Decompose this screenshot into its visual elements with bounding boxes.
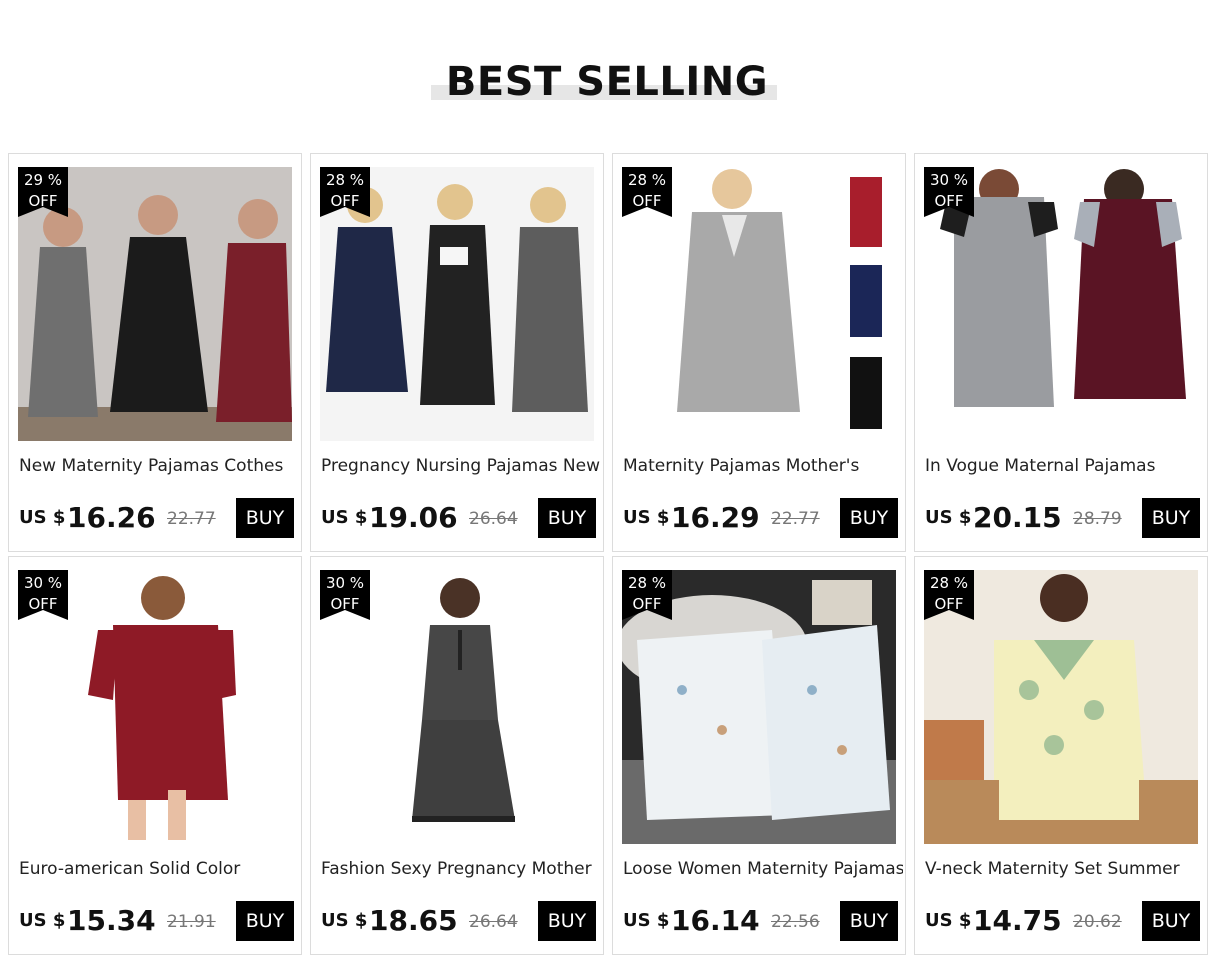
product-name[interactable]: Fashion Sexy Pregnancy Mother: [321, 857, 601, 881]
product-name[interactable]: Euro-american Solid Color: [19, 857, 299, 881]
discount-badge: 30 % OFF: [18, 570, 68, 620]
buy-button[interactable]: BUY: [1142, 901, 1200, 941]
product-name[interactable]: Loose Women Maternity Pajamas: [623, 857, 903, 881]
currency-label: US $: [623, 507, 670, 528]
buy-button[interactable]: BUY: [236, 498, 294, 538]
product-card[interactable]: 28 % OFF Maternity Pajamas Mother's US $…: [612, 153, 906, 552]
product-card[interactable]: 30 % OFF In Vogue Maternal Pajamas US $ …: [914, 153, 1208, 552]
current-price: 18.65: [369, 904, 458, 937]
currency-label: US $: [623, 910, 670, 931]
discount-badge: 30 % OFF: [924, 167, 974, 217]
product-card[interactable]: 30 % OFF Fashion Sexy Pregnancy Mother U…: [310, 556, 604, 955]
price-row: US $ 20.15 28.79 BUY: [925, 498, 1200, 538]
product-card[interactable]: 28 % OFF V-neck Maternity Set Summer US …: [914, 556, 1208, 955]
product-card[interactable]: 28 % OFF Pregnancy Nursing Pajamas New U…: [310, 153, 604, 552]
current-price: 16.29: [671, 501, 760, 534]
section-title: BEST SELLING: [445, 59, 769, 105]
original-price: 22.77: [167, 509, 216, 529]
buy-button[interactable]: BUY: [840, 498, 898, 538]
current-price: 20.15: [973, 501, 1062, 534]
discount-badge: 30 % OFF: [320, 570, 370, 620]
currency-label: US $: [925, 507, 972, 528]
currency-label: US $: [925, 910, 972, 931]
original-price: 26.64: [469, 912, 518, 932]
section-header: BEST SELLING: [0, 52, 1214, 112]
discount-badge: 28 % OFF: [622, 570, 672, 620]
price-row: US $ 18.65 26.64 BUY: [321, 901, 596, 941]
currency-label: US $: [321, 507, 368, 528]
product-name[interactable]: V-neck Maternity Set Summer: [925, 857, 1205, 881]
original-price: 28.79: [1073, 509, 1122, 529]
price-row: US $ 15.34 21.91 BUY: [19, 901, 294, 941]
product-card[interactable]: 30 % OFF Euro-american Solid Color US $ …: [8, 556, 302, 955]
currency-label: US $: [19, 507, 66, 528]
current-price: 15.34: [67, 904, 156, 937]
current-price: 16.14: [671, 904, 760, 937]
current-price: 16.26: [67, 501, 156, 534]
product-card[interactable]: 28 % OFF Loose Women Maternity Pajamas U…: [612, 556, 906, 955]
buy-button[interactable]: BUY: [1142, 498, 1200, 538]
product-name[interactable]: New Maternity Pajamas Cothes: [19, 454, 299, 478]
discount-badge: 28 % OFF: [924, 570, 974, 620]
current-price: 14.75: [973, 904, 1062, 937]
price-row: US $ 14.75 20.62 BUY: [925, 901, 1200, 941]
product-grid: 29 % OFF New Maternity Pajamas Cothes US…: [8, 153, 1208, 955]
product-name[interactable]: Maternity Pajamas Mother's: [623, 454, 903, 478]
original-price: 26.64: [469, 509, 518, 529]
original-price: 22.77: [771, 509, 820, 529]
price-row: US $ 16.26 22.77 BUY: [19, 498, 294, 538]
current-price: 19.06: [369, 501, 458, 534]
discount-badge: 28 % OFF: [320, 167, 370, 217]
currency-label: US $: [19, 910, 66, 931]
product-name[interactable]: Pregnancy Nursing Pajamas New: [321, 454, 601, 478]
price-row: US $ 16.14 22.56 BUY: [623, 901, 898, 941]
discount-badge: 29 % OFF: [18, 167, 68, 217]
discount-badge: 28 % OFF: [622, 167, 672, 217]
buy-button[interactable]: BUY: [538, 498, 596, 538]
product-card[interactable]: 29 % OFF New Maternity Pajamas Cothes US…: [8, 153, 302, 552]
buy-button[interactable]: BUY: [840, 901, 898, 941]
original-price: 20.62: [1073, 912, 1122, 932]
original-price: 22.56: [771, 912, 820, 932]
price-row: US $ 19.06 26.64 BUY: [321, 498, 596, 538]
buy-button[interactable]: BUY: [236, 901, 294, 941]
product-name[interactable]: In Vogue Maternal Pajamas: [925, 454, 1205, 478]
original-price: 21.91: [167, 912, 216, 932]
currency-label: US $: [321, 910, 368, 931]
price-row: US $ 16.29 22.77 BUY: [623, 498, 898, 538]
buy-button[interactable]: BUY: [538, 901, 596, 941]
